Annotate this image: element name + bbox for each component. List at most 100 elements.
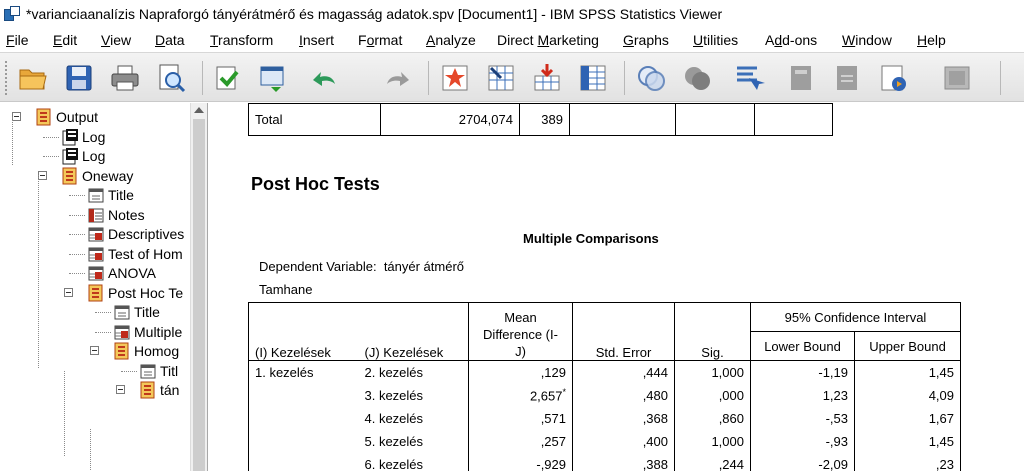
- outline-item[interactable]: Titl: [139, 361, 178, 381]
- cell-j: 3. kezelés: [358, 383, 469, 407]
- table-row: 1. kezelés 2. kezelés ,129,444 1,000 -1,19 1,…: [248, 360, 961, 384]
- promote-icon[interactable]: [784, 61, 818, 95]
- goto-case-icon[interactable]: [484, 61, 518, 95]
- title-icon: [113, 303, 131, 321]
- goto-data-icon[interactable]: [438, 61, 472, 95]
- cell-upper-bound: ,23: [854, 452, 961, 471]
- cell-lower-bound: -1,19: [750, 360, 855, 384]
- save-icon[interactable]: [62, 61, 96, 95]
- cell-lower-bound: 1,23: [750, 383, 855, 407]
- cell-j: 5. kezelés: [358, 429, 469, 453]
- table-row: 4. kezelés ,571,368,860 -,53 1,67: [248, 406, 961, 430]
- outline-item-label: Log: [82, 128, 106, 145]
- tree-expander-icon[interactable]: [12, 112, 21, 121]
- menu-file[interactable]: File: [6, 32, 29, 48]
- cell-lower-bound: -2,09: [750, 452, 855, 471]
- show-all-variables-icon[interactable]: [634, 61, 668, 95]
- goto-variable-icon[interactable]: [530, 61, 564, 95]
- outline-item[interactable]: Title: [87, 185, 134, 205]
- cell-std-error: ,480: [572, 383, 675, 407]
- outline-item[interactable]: Multiple: [113, 322, 182, 342]
- cell-std-error: ,444: [572, 360, 675, 384]
- outline-item[interactable]: Title: [113, 302, 160, 322]
- cell-std-error: ,388: [572, 452, 675, 471]
- scroll-up-arrow-icon[interactable]: [194, 107, 204, 113]
- menu-utilities[interactable]: Utilities: [693, 32, 738, 48]
- cell-i: [248, 383, 359, 407]
- outline-item[interactable]: Log: [61, 127, 105, 147]
- header-upper-bound: Upper Bound: [854, 331, 961, 361]
- outline-item[interactable]: Log: [61, 146, 105, 166]
- cell-lower-bound: -,53: [750, 406, 855, 430]
- outline-item[interactable]: ANOVA: [87, 263, 156, 283]
- procedure-book-icon: [87, 284, 105, 302]
- log-icon: [61, 147, 79, 165]
- cell-sig: ,000: [674, 383, 751, 407]
- cell-upper-bound: 4,09: [854, 383, 961, 407]
- anova-table-tail[interactable]: Total 2704,074 389: [248, 103, 833, 136]
- insert-output-icon[interactable]: [940, 61, 974, 95]
- menu-data[interactable]: Data: [155, 32, 185, 48]
- tree-expander-icon[interactable]: [116, 385, 125, 394]
- menu-help[interactable]: Help: [917, 32, 946, 48]
- total-df: 389: [519, 103, 570, 136]
- menu-graphs[interactable]: Graphs: [623, 32, 669, 48]
- print-icon[interactable]: [108, 61, 142, 95]
- cell-j: 6. kezelés: [358, 452, 469, 471]
- menu-edit[interactable]: Edit: [53, 32, 77, 48]
- procedure-book-icon: [61, 167, 79, 185]
- recall-dialog-icon[interactable]: [256, 61, 290, 95]
- post-hoc-method: Tamhane: [259, 282, 313, 297]
- menu-direct-marketing[interactable]: Direct Marketing: [497, 32, 599, 48]
- outline-pane[interactable]: Output Log Log Oneway Title Notes Descriptives…: [0, 103, 208, 471]
- outline-item[interactable]: Test of Hom: [87, 244, 183, 264]
- variables-icon[interactable]: [576, 61, 610, 95]
- tree-expander-icon[interactable]: [64, 287, 73, 297]
- multiple-comparisons-title: Multiple Comparisons: [523, 231, 659, 246]
- table-row: Total 2704,074 389: [248, 103, 833, 136]
- outline-item[interactable]: Output: [35, 107, 98, 127]
- outline-item-label: Title: [134, 304, 160, 320]
- demote-icon[interactable]: [830, 61, 864, 95]
- multiple-comparisons-table[interactable]: (I) Kezelések (J) Kezelések Mean Differe…: [248, 302, 961, 471]
- create-title-icon[interactable]: [876, 61, 910, 95]
- scroll-thumb[interactable]: [193, 119, 205, 471]
- table-icon: [87, 225, 105, 243]
- header-j: (J) Kezelések: [358, 302, 469, 361]
- cell-j: 2. kezelés: [358, 360, 469, 384]
- title-bar: *varianciaanalízis Napraforgó tányérátmé…: [0, 0, 1024, 28]
- menu-insert[interactable]: Insert: [299, 32, 334, 48]
- undo-icon[interactable]: [308, 61, 342, 95]
- menu-format[interactable]: Format: [358, 32, 402, 48]
- open-icon[interactable]: [16, 61, 50, 95]
- outline-item[interactable]: Homog: [113, 341, 179, 361]
- outline-item[interactable]: Descriptives: [87, 224, 184, 244]
- menu-window[interactable]: Window: [842, 32, 892, 48]
- outline-item[interactable]: Oneway: [61, 166, 133, 186]
- cell-j: 4. kezelés: [358, 406, 469, 430]
- table-icon: [87, 245, 105, 263]
- print-preview-icon[interactable]: [154, 61, 188, 95]
- table-header-row: (I) Kezelések (J) Kezelések Mean Differe…: [248, 302, 961, 361]
- toolbar-grip[interactable]: [5, 61, 9, 95]
- menu-add-ons[interactable]: Add-ons: [765, 32, 817, 48]
- outline-scrollbar[interactable]: [190, 103, 207, 471]
- select-output-icon[interactable]: [732, 61, 766, 95]
- table-row: 3. kezelés 2,657* ,480,000 1,23 4,09: [248, 383, 961, 407]
- menu-analyze[interactable]: Analyze: [426, 32, 476, 48]
- outline-item[interactable]: tán: [139, 380, 179, 400]
- cell-std-error: ,368: [572, 406, 675, 430]
- post-hoc-heading[interactable]: Post Hoc Tests: [251, 174, 380, 195]
- outline-item[interactable]: Post Hoc Te: [87, 283, 183, 303]
- export-icon[interactable]: [210, 61, 244, 95]
- cell-std-error: ,400: [572, 429, 675, 453]
- cell-sig: ,860: [674, 406, 751, 430]
- tree-expander-icon[interactable]: [38, 170, 47, 180]
- menu-transform[interactable]: Transform: [210, 32, 273, 48]
- redo-icon[interactable]: [380, 61, 414, 95]
- tree-expander-icon[interactable]: [90, 346, 99, 355]
- designate-window-icon[interactable]: [680, 61, 714, 95]
- outline-item[interactable]: Notes: [87, 205, 145, 225]
- menu-view[interactable]: View: [101, 32, 131, 48]
- outline-item-label: Log: [82, 148, 106, 164]
